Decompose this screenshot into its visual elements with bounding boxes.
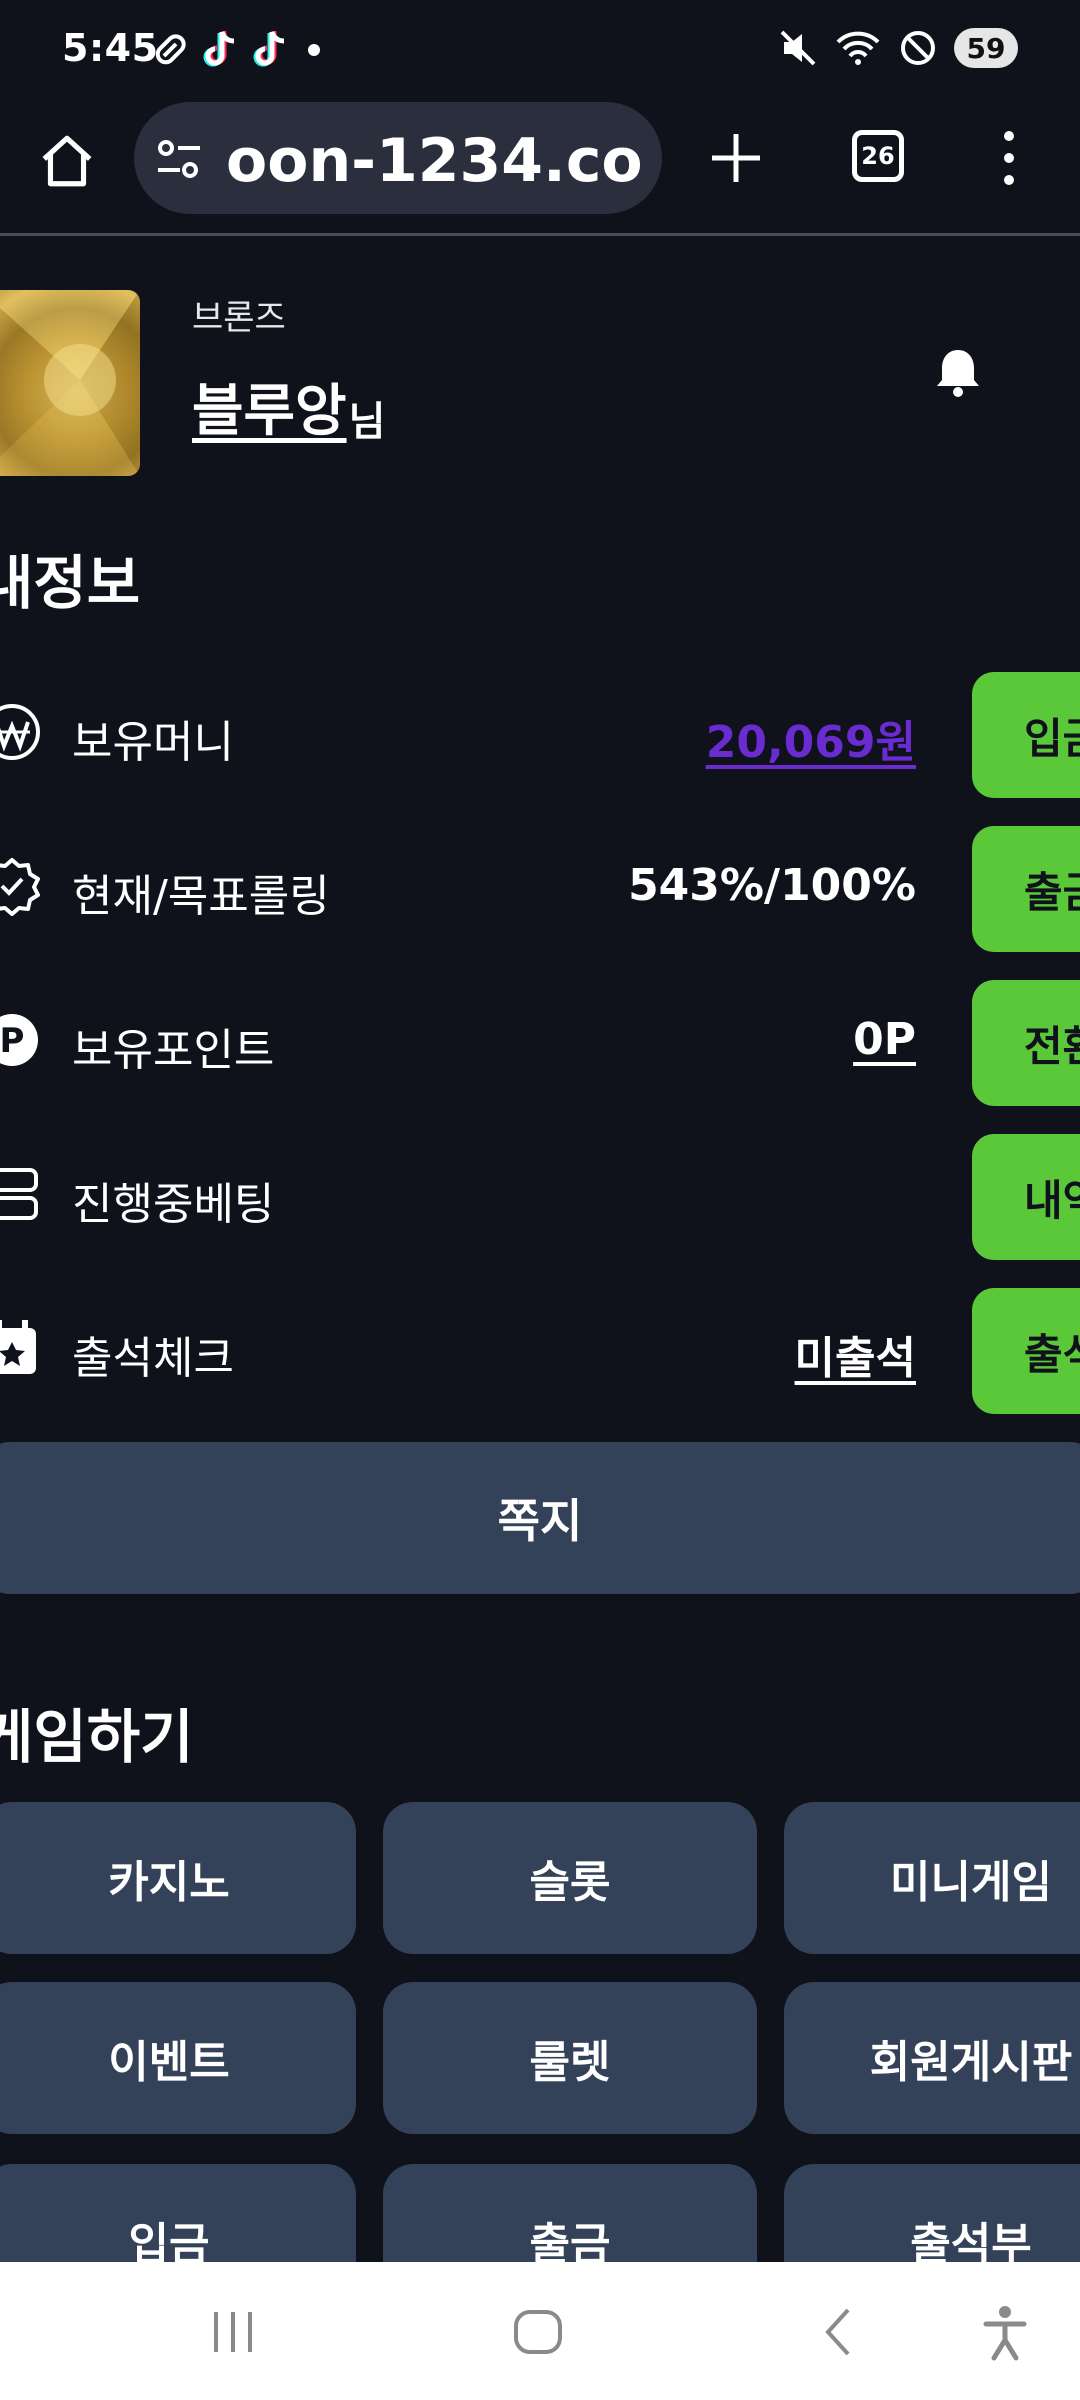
browser-toolbar: oon-1234.com 26 bbox=[0, 100, 1080, 236]
wifi-icon bbox=[836, 31, 880, 65]
betting-icon bbox=[0, 1168, 38, 1220]
url-text[interactable]: oon-1234.com bbox=[226, 126, 646, 196]
game-button[interactable]: 이벤트 bbox=[0, 1982, 356, 2134]
game-button[interactable]: 미니게임 bbox=[784, 1802, 1080, 1954]
game-button[interactable]: 회원게시판 bbox=[784, 1982, 1080, 2134]
username-link[interactable]: 블루앙 bbox=[192, 366, 347, 447]
bell-icon[interactable] bbox=[930, 344, 986, 400]
screen: 5:45 59 oon-1234.co 26 브론즈 블루앙 님 내정보 보유머… bbox=[0, 0, 1080, 2400]
battery-icon: 59 bbox=[954, 28, 1018, 68]
my-info-title: 내정보 bbox=[0, 549, 141, 617]
message-button[interactable]: 쪽지 bbox=[0, 1442, 1080, 1594]
more-menu-icon[interactable] bbox=[994, 128, 1024, 188]
new-tab-icon[interactable] bbox=[706, 128, 766, 188]
notification-icons bbox=[150, 28, 320, 72]
avatar bbox=[0, 290, 140, 476]
recent-apps-icon[interactable] bbox=[208, 2302, 258, 2362]
calendar-star-icon bbox=[0, 1320, 36, 1374]
accessibility-icon[interactable] bbox=[980, 2302, 1030, 2362]
home-nav-icon[interactable] bbox=[508, 2302, 568, 2362]
point-icon: P bbox=[0, 1014, 38, 1066]
badge-check-icon bbox=[0, 858, 40, 916]
info-label: 보유포인트 bbox=[72, 1025, 275, 1076]
do-not-disturb-icon bbox=[901, 31, 935, 65]
svg-text:P: P bbox=[0, 1021, 24, 1061]
info-label: 출석체크 bbox=[72, 1333, 234, 1384]
back-icon[interactable] bbox=[818, 2302, 858, 2362]
games-title: 게임하기 bbox=[0, 1703, 194, 1771]
dot-icon bbox=[308, 44, 320, 56]
info-row-betting: 진행중베팅 내역 bbox=[0, 1134, 1080, 1260]
game-button[interactable]: 카지노 bbox=[0, 1802, 356, 1954]
status-time: 5:45 bbox=[62, 26, 159, 70]
info-label: 현재/목표롤링 bbox=[72, 871, 330, 922]
convert-button[interactable]: 전환 bbox=[972, 980, 1080, 1106]
username-suffix: 님 bbox=[348, 399, 386, 445]
history-button[interactable]: 내역 bbox=[972, 1134, 1080, 1260]
system-icons: 59 bbox=[778, 28, 1018, 68]
info-label: 보유머니 bbox=[72, 717, 234, 768]
address-bar[interactable]: oon-1234.com bbox=[134, 102, 662, 214]
withdraw-button[interactable]: 출금 bbox=[972, 826, 1080, 952]
game-button[interactable]: 슬롯 bbox=[383, 1802, 757, 1954]
info-row-money: 보유머니 20,069원 입금 bbox=[0, 672, 1080, 798]
tiktok-icon bbox=[253, 31, 285, 67]
info-label: 진행중베팅 bbox=[72, 1179, 275, 1230]
pill-icon bbox=[155, 34, 186, 65]
mute-icon bbox=[780, 30, 816, 66]
won-icon bbox=[0, 704, 40, 760]
info-row-attendance: 출석체크 미출석 출석 bbox=[0, 1288, 1080, 1414]
info-row-rolling: 현재/목표롤링 543%/100% 출금 bbox=[0, 826, 1080, 952]
tab-switcher-button[interactable]: 26 bbox=[852, 130, 904, 182]
points-value-link[interactable]: 0P bbox=[853, 1014, 916, 1065]
status-bar: 5:45 59 bbox=[0, 0, 1080, 100]
member-grade: 브론즈 bbox=[192, 298, 286, 338]
deposit-button[interactable]: 입금 bbox=[972, 672, 1080, 798]
rolling-value: 543%/100% bbox=[628, 860, 916, 911]
tiktok-icon bbox=[203, 31, 235, 67]
attendance-status-link[interactable]: 미출석 bbox=[795, 1322, 916, 1386]
game-button[interactable]: 룰렛 bbox=[383, 1982, 757, 2134]
attendance-button[interactable]: 출석 bbox=[972, 1288, 1080, 1414]
site-settings-icon[interactable] bbox=[156, 136, 202, 182]
home-icon[interactable] bbox=[36, 130, 98, 192]
system-nav-bar bbox=[0, 2262, 1080, 2400]
info-row-points: P 보유포인트 0P 전환 bbox=[0, 980, 1080, 1106]
user-greeting: 블루앙 님 bbox=[192, 366, 385, 447]
money-value-link[interactable]: 20,069원 bbox=[706, 706, 916, 770]
